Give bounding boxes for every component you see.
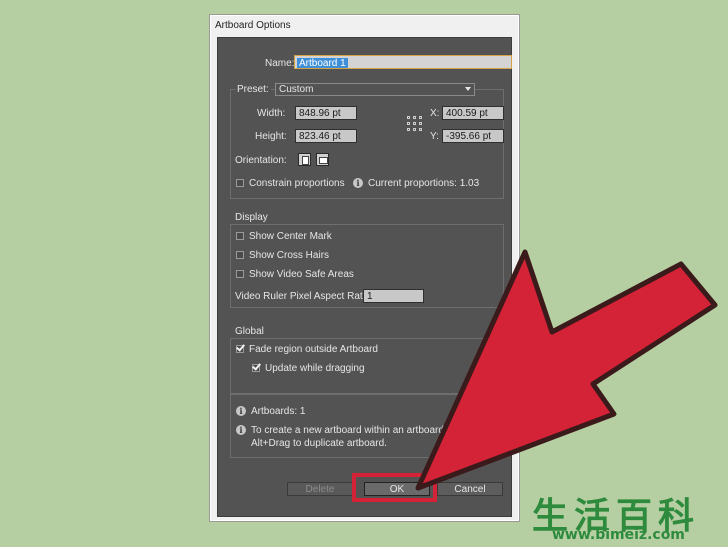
arrow-shape (415, 249, 718, 491)
watermark-url: www.bimeiz.com (552, 527, 685, 543)
red-arrow-pointer (415, 249, 718, 491)
watermark: 生活百科 www.bimeiz.com (528, 485, 728, 547)
